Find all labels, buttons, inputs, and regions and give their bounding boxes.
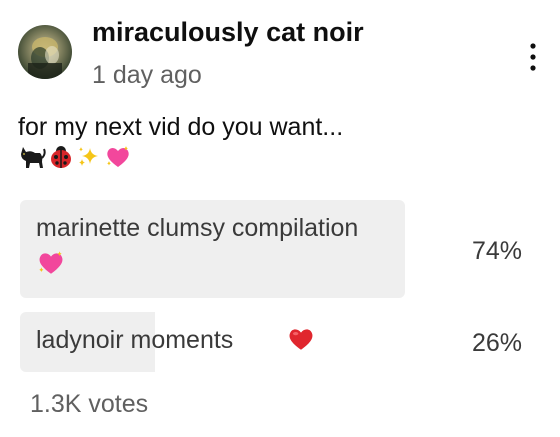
sparkling-heart-icon <box>104 144 132 175</box>
poll-option-label: marinette clumsy compilation <box>36 214 359 242</box>
sparkles-icon <box>76 144 102 175</box>
poll-option-label: ladynoir moments <box>36 326 234 354</box>
vote-count: 1.3K votes <box>30 390 149 418</box>
red-heart-icon <box>286 325 316 358</box>
poll-option-percent: 74% <box>471 237 522 265</box>
poll-option-1[interactable]: marinette clumsy compilation <box>20 200 405 298</box>
ladybug-icon <box>48 144 74 175</box>
sparkling-heart-icon <box>36 249 66 282</box>
post-emoji-row <box>18 144 132 174</box>
black-cat-icon <box>18 144 46 175</box>
post-time: 1 day ago <box>92 61 202 89</box>
post-text: for my next vid do you want... <box>18 113 344 141</box>
author-name[interactable]: miraculously cat noir <box>92 17 364 48</box>
more-options-icon[interactable] <box>526 42 540 72</box>
avatar[interactable] <box>18 25 72 79</box>
poll-option-percent: 26% <box>471 329 522 357</box>
poll-option-2[interactable]: ladynoir moments <box>20 312 405 372</box>
